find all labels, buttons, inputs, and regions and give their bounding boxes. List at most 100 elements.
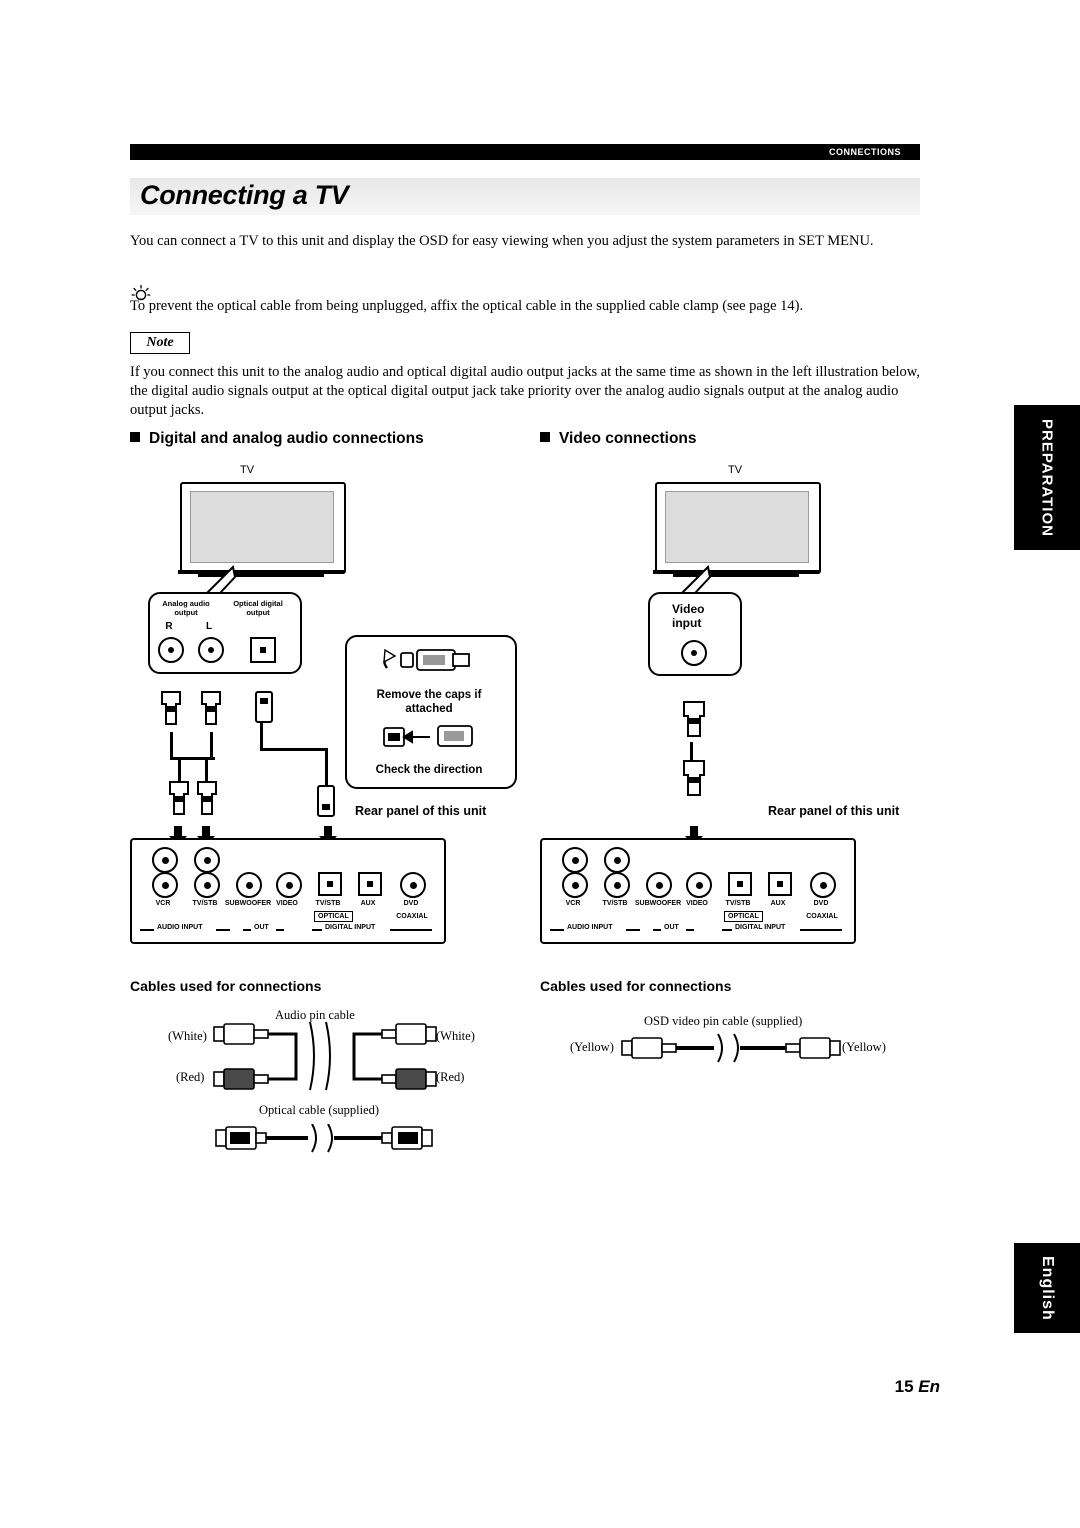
audio-cable-red-left: (Red) — [176, 1070, 205, 1084]
left-panel-jack-optical-tvstb — [318, 872, 342, 896]
left-group-rule-6 — [390, 929, 432, 931]
right-panel-jack-video — [686, 872, 712, 898]
left-group-out: OUT — [254, 924, 269, 931]
right-panel-label-dvd: DVD — [813, 900, 829, 907]
side-tab-english: English — [1014, 1243, 1080, 1333]
bullet-square-icon — [130, 432, 140, 442]
right-panel-jack-vcr — [562, 872, 588, 898]
side-tab-preparation: PREPARATION — [1014, 405, 1080, 550]
right-group-rule-3 — [653, 929, 661, 931]
left-panel-label-tvstb-digital: TV/STB — [315, 900, 341, 907]
right-group-rule-6 — [800, 929, 842, 931]
right-group-rule-1 — [550, 929, 564, 931]
right-bottom-plug — [683, 760, 705, 796]
wire-r-vertical — [170, 732, 173, 760]
intro-paragraph: You can connect a TV to this unit and di… — [130, 233, 874, 249]
left-panel-jack-vcr-top — [152, 847, 178, 873]
note-paragraph: If you connect this unit to the analog a… — [130, 364, 920, 418]
left-section-heading-label: Digital and analog audio connections — [149, 430, 424, 447]
right-tv-screen — [665, 491, 809, 563]
left-panel-jack-vcr — [152, 872, 178, 898]
right-section-heading: Video connections — [540, 430, 697, 448]
left-panel-jack-optical-aux — [358, 872, 382, 896]
jack-r-label: R — [165, 621, 173, 632]
tv-optical-out-jack — [250, 637, 276, 663]
audio-cable-white-left: (White) — [168, 1029, 207, 1043]
check-direction-illustration — [383, 725, 473, 747]
page-title: Connecting a TV — [140, 180, 349, 210]
left-cables-heading: Cables used for connections — [130, 978, 322, 994]
bullet-square-icon — [540, 432, 550, 442]
page-number-value: 15 — [894, 1377, 914, 1396]
osd-cable-yellow-left: (Yellow) — [570, 1040, 614, 1054]
tv-analog-out-r-jack — [158, 637, 184, 663]
wire-l-vertical — [210, 732, 213, 760]
right-group-digital-input: DIGITAL INPUT — [735, 924, 786, 931]
right-panel-jack-vcr-top — [562, 847, 588, 873]
left-rear-panel-label: Rear panel of this unit — [355, 804, 487, 818]
left-panel-jack-coaxial-dvd — [400, 872, 426, 898]
video-input-label: Video input — [672, 602, 705, 630]
analog-audio-output-label: Analog audio output — [162, 599, 210, 617]
optical-cable-caption: Optical cable (supplied) — [259, 1103, 380, 1117]
audio-pin-cable-illustration — [213, 1021, 437, 1091]
tv-video-input-jack — [681, 640, 707, 666]
left-group-rule-4 — [276, 929, 284, 931]
remove-cap-illustration — [383, 648, 470, 671]
note-label: Note — [130, 332, 190, 354]
left-group-audio-input: AUDIO INPUT — [157, 924, 203, 931]
right-panel-label-vcr: VCR — [565, 900, 581, 907]
right-section-heading-label: Video connections — [559, 430, 697, 447]
check-direction-text: Check the direction — [375, 764, 483, 776]
right-group-rule-2 — [626, 929, 640, 931]
right-top-plug — [683, 701, 705, 737]
audio-cable-red-right: (Red) — [436, 1070, 465, 1084]
left-panel-label-aux: AUX — [360, 900, 376, 907]
optical-wire-2 — [260, 748, 328, 751]
left-group-digital-input: DIGITAL INPUT — [325, 924, 376, 931]
right-panel-label-video: VIDEO — [686, 900, 708, 907]
right-panel-label-coaxial: COAXIAL — [806, 913, 838, 920]
jack-l-label: L — [205, 621, 213, 632]
right-cables-heading: Cables used for connections — [540, 978, 732, 994]
left-tv-screen — [190, 491, 334, 563]
right-group-audio-input: AUDIO INPUT — [567, 924, 613, 931]
osd-video-cable-illustration — [621, 1033, 841, 1063]
right-panel-jack-optical-tvstb — [728, 872, 752, 896]
page-number: 15 En — [895, 1377, 940, 1397]
wire-cross — [170, 757, 215, 760]
optical-digital-output-label: Optical digital output — [233, 599, 283, 617]
left-panel-jack-video — [276, 872, 302, 898]
right-rear-panel-label: Rear panel of this unit — [768, 804, 900, 818]
left-group-rule-1 — [140, 929, 154, 931]
left-panel-jack-tvstb-top — [194, 847, 220, 873]
left-panel-jack-tvstb — [194, 872, 220, 898]
header-rule — [130, 144, 920, 160]
left-bottom-plugs — [169, 781, 335, 817]
tip-paragraph: To prevent the optical cable from being … — [130, 298, 804, 314]
right-group-rule-4 — [686, 929, 694, 931]
section-tab: CONNECTIONS — [810, 144, 920, 160]
tv-analog-out-l-jack — [198, 637, 224, 663]
left-panel-label-dvd: DVD — [403, 900, 419, 907]
left-top-plugs — [161, 691, 273, 725]
right-panel-label-tvstb-digital: TV/STB — [725, 900, 751, 907]
right-panel-jack-coaxial-dvd — [810, 872, 836, 898]
right-panel-jack-tvstb-top — [604, 847, 630, 873]
left-group-rule-2 — [216, 929, 230, 931]
left-panel-jack-subwoofer — [236, 872, 262, 898]
left-group-rule-5 — [312, 929, 322, 931]
left-panel-label-vcr: VCR — [155, 900, 171, 907]
optical-wire-1 — [260, 722, 263, 750]
left-group-rule-3 — [243, 929, 251, 931]
right-panel-jack-subwoofer — [646, 872, 672, 898]
right-panel-jack-tvstb — [604, 872, 630, 898]
left-panel-label-coaxial: COAXIAL — [396, 913, 428, 920]
right-panel-jack-optical-aux — [768, 872, 792, 896]
right-tv-label: TV — [728, 464, 743, 476]
left-section-heading: Digital and analog audio connections — [130, 430, 424, 448]
page-number-suffix: En — [918, 1377, 940, 1396]
right-panel-label-aux: AUX — [770, 900, 786, 907]
remove-caps-text: Remove the caps if attached — [376, 689, 482, 715]
left-panel-label-optical: OPTICAL — [314, 911, 353, 922]
